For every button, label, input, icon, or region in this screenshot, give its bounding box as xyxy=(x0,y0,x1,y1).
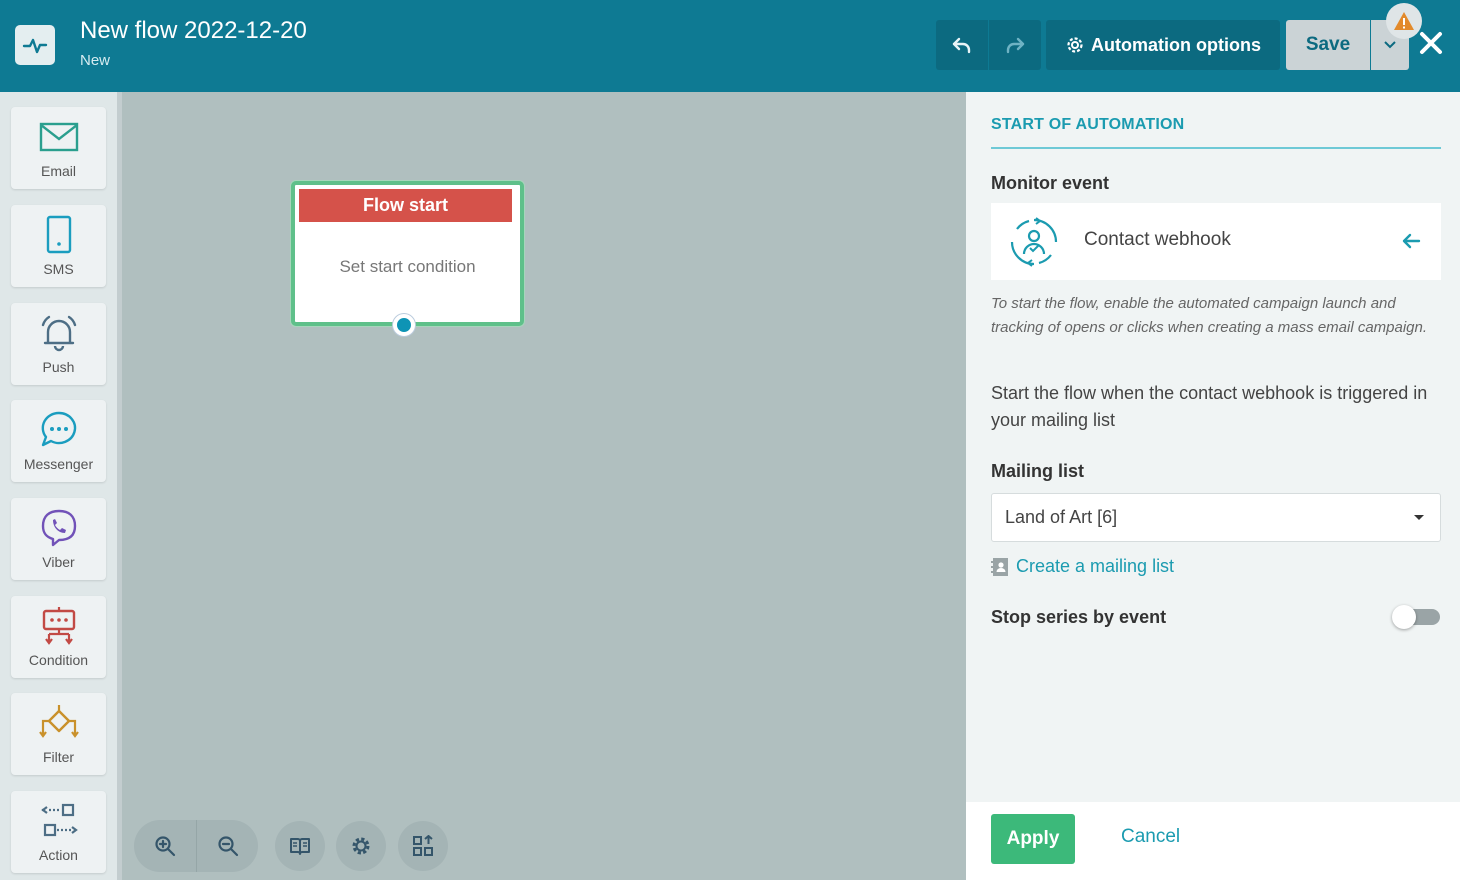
event-description: Start the flow when the contact webhook … xyxy=(991,383,1428,430)
tool-viber[interactable]: Viber xyxy=(11,498,106,580)
arrow-left-icon[interactable] xyxy=(1399,229,1423,253)
tool-label: Email xyxy=(40,163,76,179)
app-logo[interactable] xyxy=(15,25,55,65)
minimap-button[interactable] xyxy=(398,821,448,871)
automation-options-button[interactable]: Automation options xyxy=(1046,20,1280,70)
tool-action[interactable]: Action xyxy=(11,791,106,873)
redo-button[interactable] xyxy=(989,20,1041,70)
toggle-knob xyxy=(1392,605,1416,629)
tool-label: Filter xyxy=(42,749,75,765)
address-book-icon xyxy=(991,557,1008,576)
zoom-in-button[interactable] xyxy=(134,820,196,872)
monitor-event-card[interactable]: Contact webhook xyxy=(991,203,1441,280)
chat-bubble-icon xyxy=(41,411,76,447)
event-hint: To start the flow, enable the automated … xyxy=(991,295,1428,336)
condition-icon xyxy=(42,607,75,645)
zoom-out-button[interactable] xyxy=(196,820,258,872)
stop-series-toggle[interactable] xyxy=(1392,605,1440,629)
tool-email[interactable]: Email xyxy=(11,107,106,189)
envelope-icon xyxy=(39,122,78,152)
monitor-event-label: Monitor event xyxy=(991,173,1110,193)
tools-sidebar: Email SMS Push Messenger Viber Condition… xyxy=(0,92,122,880)
webhook-contact-icon xyxy=(1010,217,1058,267)
top-bar: New flow 2022-12-20 New Automation optio… xyxy=(0,0,1460,92)
action-icon xyxy=(40,803,78,837)
undo-button[interactable] xyxy=(936,20,988,70)
tool-label: Messenger xyxy=(23,456,94,472)
panel-divider xyxy=(991,147,1441,149)
tool-messenger[interactable]: Messenger xyxy=(11,400,106,482)
gear-icon xyxy=(1067,37,1083,53)
close-icon xyxy=(1420,32,1442,54)
tool-label: Condition xyxy=(28,652,89,668)
zoom-out-icon xyxy=(217,836,238,857)
create-mailing-list-link[interactable]: Create a mailing list xyxy=(991,556,1174,577)
node-title: Flow start xyxy=(299,189,512,222)
filter-icon xyxy=(38,705,79,738)
mailing-list-value: Land of Art [6] xyxy=(1005,507,1118,527)
flow-start-node[interactable]: Flow start Set start condition xyxy=(291,181,524,336)
tool-condition[interactable]: Condition xyxy=(11,596,106,678)
zoom-in-icon xyxy=(155,836,176,857)
panel-footer: Apply Cancel xyxy=(966,802,1460,880)
node-output-port[interactable] xyxy=(393,314,415,336)
automation-options-label: Automation options xyxy=(1091,34,1261,55)
stop-series-label: Stop series by event xyxy=(991,607,1167,627)
chevron-down-icon xyxy=(1384,41,1396,49)
grid-layout-icon xyxy=(413,835,433,856)
undo-icon xyxy=(952,37,971,54)
mailing-list-label: Mailing list xyxy=(991,461,1085,481)
tool-push[interactable]: Push xyxy=(11,303,106,385)
viber-icon xyxy=(41,509,76,547)
event-name: Contact webhook xyxy=(1084,229,1231,250)
tool-sms[interactable]: SMS xyxy=(11,205,106,287)
node-body: Set start condition xyxy=(339,257,476,276)
bell-icon xyxy=(41,315,76,352)
cancel-button[interactable]: Cancel xyxy=(1121,826,1180,848)
pulse-icon xyxy=(22,38,48,54)
guide-button[interactable] xyxy=(275,821,325,871)
close-button[interactable] xyxy=(1416,28,1446,58)
tool-label: Push xyxy=(42,359,75,375)
flow-canvas[interactable]: Flow start Set start condition xyxy=(122,92,966,880)
phone-icon xyxy=(46,215,71,254)
apply-button[interactable]: Apply xyxy=(991,814,1075,864)
panel-title: START OF AUTOMATION xyxy=(991,116,1185,133)
book-icon xyxy=(290,838,310,855)
redo-icon xyxy=(1006,37,1025,54)
save-button[interactable]: Save xyxy=(1286,20,1370,70)
tool-label: Action xyxy=(39,847,78,863)
canvas-settings-button[interactable] xyxy=(336,821,386,871)
gear-icon xyxy=(352,837,370,855)
tool-label: SMS xyxy=(43,261,74,277)
flow-status: New xyxy=(80,52,111,69)
create-link-label: Create a mailing list xyxy=(1016,556,1175,576)
zoom-controls xyxy=(134,820,258,872)
settings-panel: START OF AUTOMATION Monitor event Contac… xyxy=(966,92,1460,802)
flow-title[interactable]: New flow 2022-12-20 xyxy=(80,17,307,45)
mailing-list-select[interactable]: Land of Art [6] xyxy=(991,493,1441,542)
caret-down-icon xyxy=(1414,515,1424,520)
tool-filter[interactable]: Filter xyxy=(11,693,106,775)
tool-label: Viber xyxy=(42,554,75,570)
warning-icon xyxy=(1394,12,1414,30)
